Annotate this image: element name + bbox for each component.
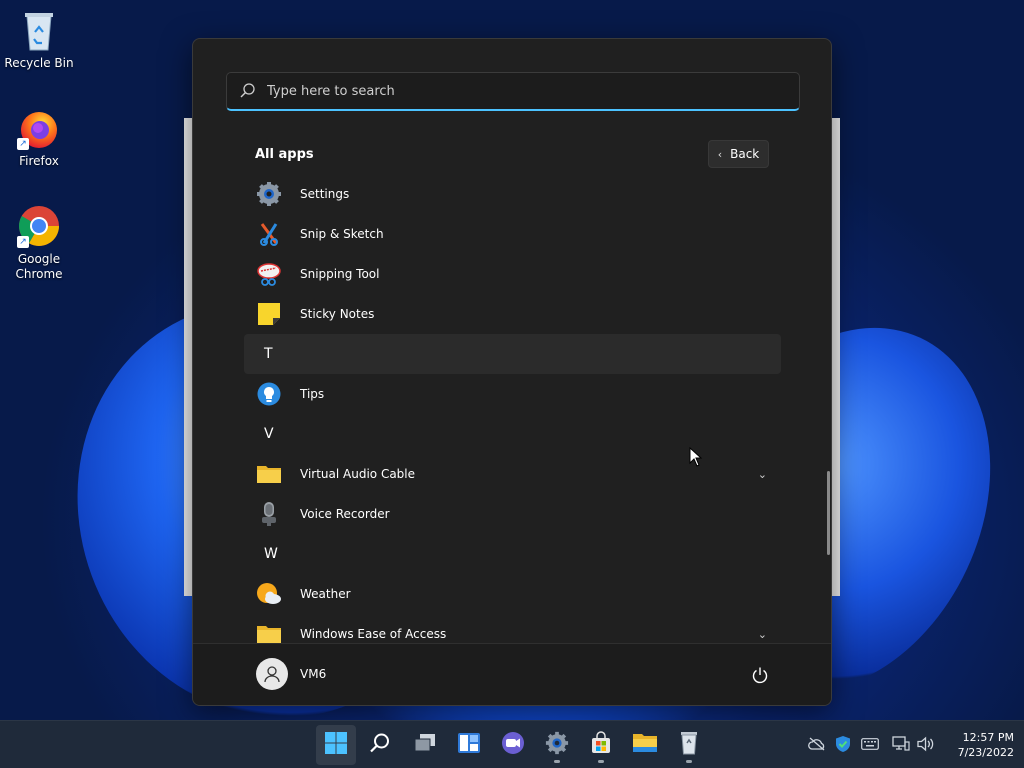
taskbar-task-view-button[interactable] bbox=[405, 725, 445, 765]
recycle-bin-icon bbox=[678, 731, 700, 759]
desktop-icon-chrome[interactable]: ↗ Google Chrome bbox=[0, 204, 78, 282]
recycle-bin-icon bbox=[17, 8, 61, 52]
scrollbar-thumb[interactable] bbox=[827, 471, 830, 555]
running-indicator bbox=[686, 760, 692, 763]
desktop-icon-firefox[interactable]: ↗ Firefox bbox=[0, 106, 78, 169]
windows-start-icon bbox=[324, 731, 348, 759]
file-explorer-icon bbox=[632, 731, 658, 759]
snipping-tool-icon bbox=[256, 261, 282, 287]
weather-icon bbox=[256, 581, 282, 607]
running-indicator bbox=[598, 760, 604, 763]
keyboard-icon[interactable] bbox=[861, 735, 879, 753]
desktop-icon-recycle-bin[interactable]: Recycle Bin bbox=[0, 8, 78, 71]
back-button-label: Back bbox=[730, 147, 760, 161]
sticky-notes-icon bbox=[256, 301, 282, 327]
settings-icon bbox=[256, 181, 282, 207]
settings-icon bbox=[545, 731, 569, 759]
app-item-tips[interactable]: Tips bbox=[244, 374, 781, 414]
start-menu: All apps ‹ Back Settings bbox=[192, 38, 832, 706]
power-icon[interactable] bbox=[748, 663, 772, 687]
app-item-label: Weather bbox=[300, 587, 351, 601]
taskbar-clock[interactable]: 12:57 PM 7/23/2022 bbox=[944, 730, 1014, 760]
back-button[interactable]: ‹ Back bbox=[708, 140, 769, 168]
clock-time: 12:57 PM bbox=[962, 731, 1014, 744]
taskbar-widgets-button[interactable] bbox=[449, 725, 489, 765]
taskbar-store-button[interactable] bbox=[581, 725, 621, 765]
firefox-icon: ↗ bbox=[17, 106, 61, 150]
tips-icon bbox=[256, 381, 282, 407]
app-item-weather[interactable]: Weather bbox=[244, 574, 781, 614]
app-item-label: Tips bbox=[300, 387, 325, 401]
taskbar-file-explorer-button[interactable] bbox=[625, 725, 665, 765]
app-item-label: Snipping Tool bbox=[300, 267, 380, 281]
app-item-voice-recorder[interactable]: Voice Recorder bbox=[244, 494, 781, 534]
windows-security-icon[interactable] bbox=[834, 735, 852, 753]
task-view-icon bbox=[413, 732, 437, 758]
search-box[interactable] bbox=[226, 72, 800, 111]
letter-header-label: V bbox=[264, 426, 274, 442]
desktop-icon-label: Recycle Bin bbox=[4, 56, 74, 70]
all-apps-title: All apps bbox=[255, 147, 314, 162]
desktop-icon-label: Google Chrome bbox=[15, 252, 63, 281]
clock-date: 7/23/2022 bbox=[957, 746, 1014, 759]
user-name[interactable]: VM6 bbox=[300, 667, 326, 681]
taskbar: 12:57 PM 7/23/2022 bbox=[0, 720, 1024, 768]
letter-header-w[interactable]: W bbox=[244, 534, 781, 574]
folder-icon bbox=[256, 461, 282, 487]
app-item-label: Settings bbox=[300, 187, 350, 201]
taskbar-settings-button[interactable] bbox=[537, 725, 577, 765]
letter-header-label: W bbox=[264, 546, 278, 562]
search-icon bbox=[369, 732, 391, 758]
widgets-icon bbox=[457, 732, 481, 758]
desktop-icon-label: Firefox bbox=[19, 154, 59, 168]
all-apps-list: Settings Snip & Sketch Snipping Tool Sti… bbox=[244, 174, 781, 654]
onedrive-offline-icon[interactable] bbox=[808, 735, 826, 753]
app-item-label: Virtual Audio Cable bbox=[300, 467, 416, 481]
taskbar-recycle-bin-button[interactable] bbox=[669, 725, 709, 765]
taskbar-search-button[interactable] bbox=[360, 725, 400, 765]
voice-recorder-icon bbox=[256, 501, 282, 527]
chevron-left-icon: ‹ bbox=[717, 147, 723, 161]
user-avatar-icon[interactable] bbox=[256, 658, 288, 690]
app-item-label: Snip & Sketch bbox=[300, 227, 384, 241]
app-item-label: Voice Recorder bbox=[300, 507, 390, 521]
network-icon[interactable] bbox=[892, 735, 910, 753]
chrome-icon: ↗ bbox=[17, 204, 61, 248]
shortcut-arrow-icon: ↗ bbox=[17, 236, 29, 248]
app-item-sticky-notes[interactable]: Sticky Notes bbox=[244, 294, 781, 334]
store-icon bbox=[589, 731, 613, 759]
taskbar-chat-button[interactable] bbox=[493, 725, 533, 765]
shortcut-arrow-icon: ↗ bbox=[17, 138, 29, 150]
app-item-snipping-tool[interactable]: Snipping Tool bbox=[244, 254, 781, 294]
app-item-label: Sticky Notes bbox=[300, 307, 375, 321]
snip-sketch-icon bbox=[256, 221, 282, 247]
chevron-down-icon[interactable]: ⌄ bbox=[758, 468, 767, 481]
chevron-down-icon[interactable]: ⌄ bbox=[758, 628, 767, 641]
search-input[interactable] bbox=[267, 83, 767, 99]
taskbar-start-button[interactable] bbox=[316, 725, 356, 765]
running-indicator bbox=[554, 760, 560, 763]
volume-icon[interactable] bbox=[917, 735, 935, 753]
app-item-label: Windows Ease of Access bbox=[300, 627, 447, 641]
mouse-cursor-icon bbox=[689, 446, 703, 471]
search-icon bbox=[239, 82, 257, 100]
app-item-snip-sketch[interactable]: Snip & Sketch bbox=[244, 214, 781, 254]
letter-header-t[interactable]: T bbox=[244, 334, 781, 374]
start-menu-footer: VM6 bbox=[193, 643, 831, 705]
teams-chat-icon bbox=[501, 731, 525, 759]
letter-header-label: T bbox=[264, 346, 273, 362]
app-item-settings[interactable]: Settings bbox=[244, 174, 781, 214]
